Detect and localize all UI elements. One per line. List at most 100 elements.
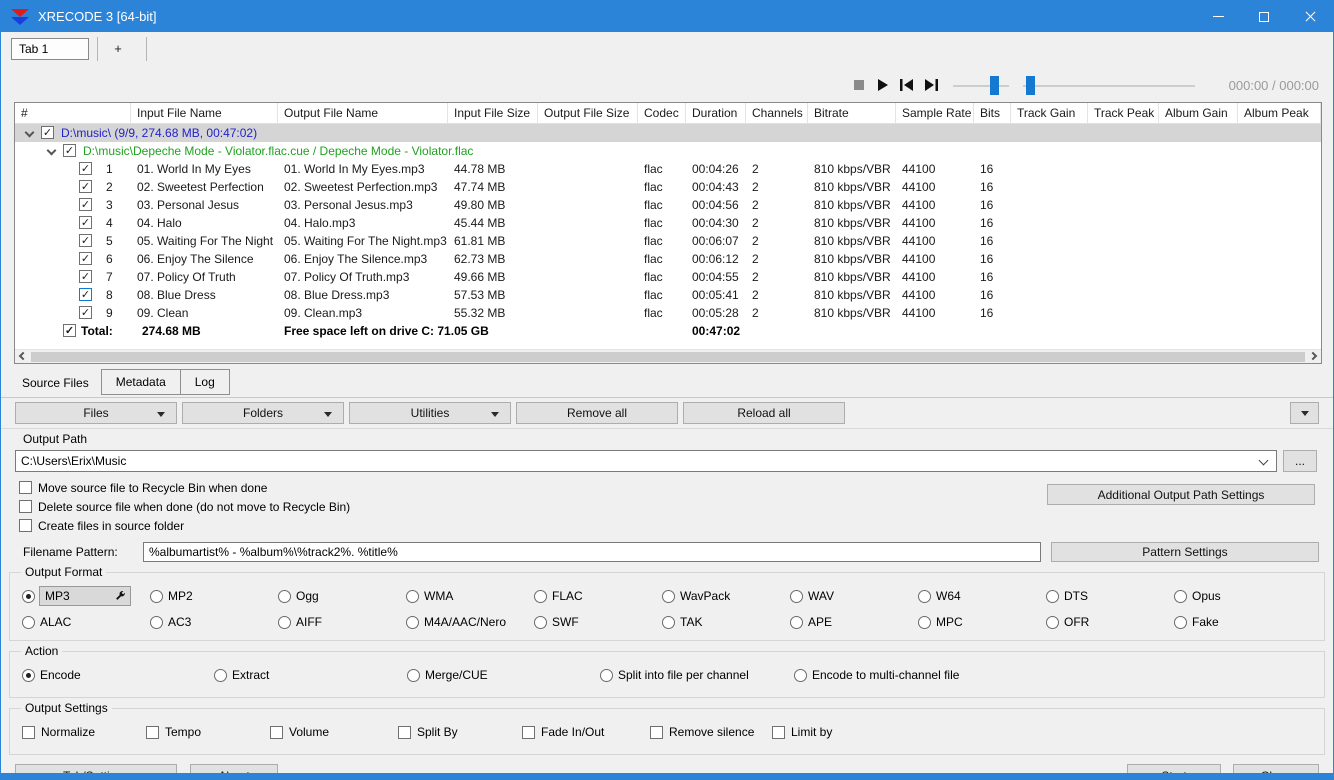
track-checkbox[interactable] <box>79 306 92 319</box>
volume-slider-thumb[interactable] <box>989 75 999 95</box>
scroll-left-icon[interactable] <box>18 351 28 361</box>
format-option-fake[interactable]: Fake <box>1174 615 1302 629</box>
column-header[interactable]: # <box>15 103 131 123</box>
format-option-mp2[interactable]: MP2 <box>150 586 278 606</box>
checkbox-icon[interactable] <box>522 725 535 739</box>
radio-icon[interactable] <box>534 589 547 603</box>
column-header[interactable]: Output File Size <box>538 103 638 123</box>
format-option-ofr[interactable]: OFR <box>1046 615 1174 629</box>
track-checkbox[interactable] <box>79 288 92 301</box>
radio-icon[interactable] <box>600 668 613 682</box>
checkbox-icon[interactable] <box>772 725 785 739</box>
tab-settings-dropdown-button[interactable]: Tab/Settings <box>15 764 177 773</box>
radio-icon[interactable] <box>1174 589 1187 603</box>
more-options-dropdown-button[interactable] <box>1290 402 1319 424</box>
volume-slider[interactable] <box>952 75 1009 95</box>
group-row-folder[interactable]: D:\music\ (9/9, 274.68 MB, 00:47:02) <box>15 124 1321 142</box>
pattern-settings-button[interactable]: Pattern Settings <box>1051 542 1319 562</box>
minimize-button[interactable] <box>1195 1 1241 32</box>
column-header[interactable]: Output File Name <box>278 103 448 123</box>
column-header[interactable]: Bits <box>974 103 1011 123</box>
chevron-down-icon[interactable] <box>1258 455 1269 466</box>
table-row[interactable]: 7 07. Policy Of Truth 07. Policy Of Truth.… <box>15 268 1321 286</box>
setting-option-fade-in-out[interactable]: Fade In/Out <box>522 725 604 739</box>
previous-track-button[interactable] <box>899 77 915 93</box>
table-row[interactable]: 6 06. Enjoy The Silence 06. Enjoy The Sile… <box>15 250 1321 268</box>
stop-button[interactable] <box>851 77 867 93</box>
column-header[interactable]: Track Gain <box>1011 103 1088 123</box>
format-option-alac[interactable]: ALAC <box>22 615 150 629</box>
table-row[interactable]: 5 05. Waiting For The Night 05. Waiting Fo… <box>15 232 1321 250</box>
folders-dropdown-button[interactable]: Folders <box>182 402 344 424</box>
radio-icon[interactable] <box>790 615 803 629</box>
seek-slider-thumb[interactable] <box>1025 75 1035 95</box>
checkbox-icon[interactable] <box>650 725 663 739</box>
scrollbar-thumb[interactable] <box>31 352 1305 362</box>
setting-option-limit-by[interactable]: Limit by <box>772 725 832 739</box>
about-button[interactable]: About <box>190 764 278 773</box>
format-settings-box[interactable]: MP3 <box>39 586 131 606</box>
recycle-bin-checkbox[interactable] <box>19 481 32 494</box>
table-row[interactable]: 8 08. Blue Dress 08. Blue Dress.mp3 57.53 M… <box>15 286 1321 304</box>
format-option-flac[interactable]: FLAC <box>534 586 662 606</box>
radio-icon[interactable] <box>22 589 35 603</box>
column-header[interactable]: Album Gain <box>1159 103 1238 123</box>
output-path-combobox[interactable]: C:\Users\Erix\Music <box>15 450 1277 472</box>
column-header[interactable]: Codec <box>638 103 686 123</box>
radio-icon[interactable] <box>214 668 227 682</box>
format-option-mpc[interactable]: MPC <box>918 615 1046 629</box>
radio-icon[interactable] <box>662 589 675 603</box>
radio-icon[interactable] <box>278 615 291 629</box>
track-checkbox[interactable] <box>79 270 92 283</box>
setting-option-remove-silence[interactable]: Remove silence <box>650 725 754 739</box>
next-track-button[interactable] <box>923 77 939 93</box>
table-row[interactable]: 1 01. World In My Eyes 01. World In My Eye… <box>15 160 1321 178</box>
delete-source-checkbox[interactable] <box>19 500 32 513</box>
table-row[interactable]: 3 03. Personal Jesus 03. Personal Jesus.mp… <box>15 196 1321 214</box>
format-option-wav[interactable]: WAV <box>790 586 918 606</box>
column-header[interactable]: Input File Size <box>448 103 538 123</box>
radio-icon[interactable] <box>1174 615 1187 629</box>
source-folder-option[interactable]: Create files in source folder <box>19 516 1333 535</box>
tab-source-files[interactable]: Source Files <box>1 376 101 397</box>
play-button[interactable] <box>875 77 891 93</box>
column-header[interactable]: Track Peak <box>1088 103 1159 123</box>
source-folder-checkbox[interactable] <box>19 519 32 532</box>
action-option-extract[interactable]: Extract <box>214 668 269 682</box>
setting-option-normalize[interactable]: Normalize <box>22 725 95 739</box>
format-option-wavpack[interactable]: WavPack <box>662 586 790 606</box>
table-row[interactable]: 4 04. Halo 04. Halo.mp3 45.44 MB flac 00:04:3… <box>15 214 1321 232</box>
setting-option-split-by[interactable]: Split By <box>398 725 458 739</box>
tab-1[interactable]: Tab 1 <box>11 37 89 60</box>
format-option-ogg[interactable]: Ogg <box>278 586 406 606</box>
group-row-album[interactable]: D:\music\Depeche Mode - Violator.flac.cu… <box>15 142 1321 160</box>
radio-icon[interactable] <box>534 615 547 629</box>
track-checkbox[interactable] <box>79 180 92 193</box>
format-option-m4a-aac-nero[interactable]: M4A/AAC/Nero <box>406 615 534 629</box>
column-header[interactable]: Album Peak <box>1238 103 1321 123</box>
format-option-wma[interactable]: WMA <box>406 586 534 606</box>
format-option-aiff[interactable]: AIFF <box>278 615 406 629</box>
setting-option-volume[interactable]: Volume <box>270 725 329 739</box>
group-checkbox[interactable] <box>41 126 54 139</box>
radio-icon[interactable] <box>278 589 291 603</box>
utilities-dropdown-button[interactable]: Utilities <box>349 402 511 424</box>
radio-icon[interactable] <box>406 589 419 603</box>
checkbox-icon[interactable] <box>270 725 283 739</box>
column-header[interactable]: Duration <box>686 103 746 123</box>
total-checkbox[interactable] <box>63 324 76 337</box>
radio-icon[interactable] <box>918 615 931 629</box>
format-option-tak[interactable]: TAK <box>662 615 790 629</box>
format-option-ac3[interactable]: AC3 <box>150 615 278 629</box>
action-option-merge-cue[interactable]: Merge/CUE <box>407 668 488 682</box>
radio-icon[interactable] <box>22 668 35 682</box>
format-option-mp3[interactable]: MP3 <box>22 586 150 606</box>
format-option-w64[interactable]: W64 <box>918 586 1046 606</box>
column-header[interactable]: Sample Rate <box>896 103 974 123</box>
group-checkbox[interactable] <box>63 144 76 157</box>
checkbox-icon[interactable] <box>146 725 159 739</box>
add-tab-button[interactable]: + <box>98 37 138 61</box>
radio-icon[interactable] <box>406 615 419 629</box>
radio-icon[interactable] <box>1046 589 1059 603</box>
files-dropdown-button[interactable]: Files <box>15 402 177 424</box>
